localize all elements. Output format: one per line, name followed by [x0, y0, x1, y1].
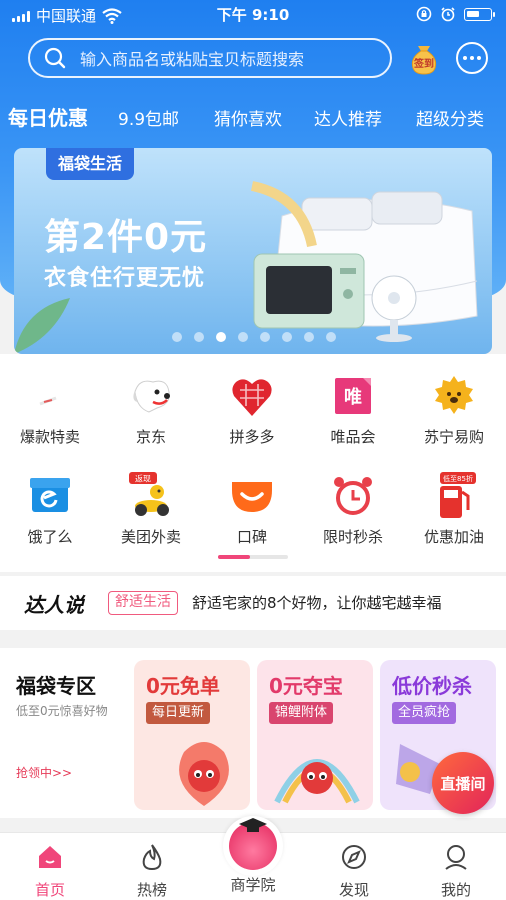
sign-in-label: 签到	[413, 57, 434, 70]
category-hot-deals[interactable]: 爆款特卖	[0, 372, 100, 447]
alarm-icon	[441, 7, 455, 22]
vip-icon-glyph: 唯	[344, 386, 362, 408]
banner-tag: 福袋生活	[46, 148, 135, 180]
category-fuel[interactable]: 低至85折 优惠加油	[404, 472, 504, 547]
tabbar-label: 发现	[338, 881, 369, 899]
category-pinduoduo[interactable]: 拼多多	[202, 372, 302, 447]
influencer-talk-text: 舒适宅家的8个好物，让你越宅越幸福	[192, 594, 442, 612]
category-label: 口碑	[236, 528, 267, 546]
fuel-pump-icon: 低至85折	[440, 472, 476, 518]
tabbar-label: 热榜	[136, 881, 167, 899]
influencer-talk-bar[interactable]: 达人说 舒适生活 舒适宅家的8个好物，让你越宅越幸福	[0, 576, 506, 630]
search-placeholder: 输入商品名或粘贴宝贝标题搜索	[80, 50, 305, 69]
tabbar-home[interactable]: 首页	[10, 843, 90, 900]
tabbar-label: 首页	[34, 881, 65, 899]
category-label: 爆款特卖	[19, 428, 80, 446]
banner-subheadline: 衣食住行更无忧	[44, 266, 206, 291]
promo-card-label: 每日更新	[146, 702, 211, 724]
koubei-icon	[232, 482, 272, 512]
tabbar-hot[interactable]: 热榜	[112, 843, 192, 900]
meituan-cashback-badge: 返现	[135, 475, 151, 484]
rotation-lock-icon	[416, 6, 432, 22]
tabbar-mine[interactable]: 我的	[416, 843, 496, 900]
category-meituan[interactable]: 返现 美团外卖	[101, 472, 201, 547]
category-jd[interactable]: 京东	[101, 372, 201, 447]
leaf-decoration	[14, 298, 70, 354]
influencer-talk-badge: 舒适生活	[108, 591, 178, 615]
tabbar-label: 我的	[440, 881, 471, 899]
vip-icon: 唯	[335, 378, 371, 414]
home-icon	[39, 846, 61, 868]
promo-card-title: 低价秒杀	[392, 674, 472, 698]
meituan-icon: 返现	[129, 472, 169, 516]
profile-icon	[445, 845, 467, 870]
tab-super-category[interactable]: 超级分类	[416, 105, 484, 130]
search-bar[interactable]: 输入商品名或粘贴宝贝标题搜索	[28, 38, 392, 78]
promo-card-label: 全员疯抢	[392, 702, 457, 724]
category-label: 美团外卖	[120, 528, 181, 546]
message-dots-icon	[463, 56, 467, 60]
tabbar-discover[interactable]: 发现	[314, 843, 394, 900]
status-bar: 中国联通 下午 9:10	[0, 0, 506, 28]
category-flash-sale[interactable]: 限时秒杀	[303, 472, 403, 547]
hot-deal-icon	[39, 396, 57, 406]
sign-in-button[interactable]: 签到	[406, 40, 442, 76]
banner-product-illustration	[250, 181, 478, 342]
tab-daily-deals[interactable]: 每日优惠	[8, 102, 88, 131]
tab-recommended[interactable]: 猜你喜欢	[214, 105, 282, 130]
promo-card-label: 锦鲤附体	[269, 702, 334, 724]
influencer-talk-logo: 达人说	[24, 593, 84, 617]
suning-icon	[435, 376, 473, 414]
jd-dog-icon	[133, 380, 170, 413]
zone-subtitle: 低至0元惊喜好物	[16, 704, 108, 718]
category-eleme[interactable]: 饿了么	[0, 472, 100, 547]
promo-card-title: 0元免单	[146, 674, 220, 698]
koi-mascot-icon	[274, 759, 360, 804]
promo-card-free-order[interactable]: 0元免单 每日更新	[134, 660, 250, 810]
category-label: 京东	[135, 428, 166, 446]
category-label: 限时秒杀	[322, 528, 383, 546]
tabbar-academy-button[interactable]	[223, 816, 283, 876]
message-button[interactable]	[456, 42, 488, 74]
category-label: 苏宁易购	[423, 428, 484, 446]
fuel-discount-badge: 低至85折	[443, 474, 473, 483]
category-tabs: 每日优惠 9.9包邮 猜你喜欢 达人推荐 超级分类	[0, 102, 506, 132]
zone-link[interactable]: 抢领中>>	[16, 764, 72, 781]
category-koubei[interactable]: 口碑	[202, 472, 302, 547]
category-suning[interactable]: 苏宁易购	[404, 372, 504, 447]
category-label: 拼多多	[229, 428, 275, 446]
live-room-button[interactable]: 直播间	[432, 752, 494, 814]
category-vip[interactable]: 唯 唯品会	[303, 372, 403, 447]
battery-icon	[464, 7, 495, 21]
graduation-cap-icon	[239, 818, 267, 832]
compass-icon	[342, 845, 366, 869]
promo-card-title: 0元夺宝	[269, 674, 343, 698]
banner-headline: 第2件0元	[44, 217, 208, 258]
search-icon	[44, 47, 66, 69]
lucky-bag-mascot-icon	[179, 742, 229, 806]
flame-icon	[142, 844, 162, 871]
zone-title: 福袋专区	[16, 674, 96, 698]
tab-free-shipping[interactable]: 9.9包邮	[118, 105, 179, 130]
tab-influencer[interactable]: 达人推荐	[314, 105, 382, 130]
category-grid: 爆款特卖 京东 拼多多 唯 唯品会 苏宁易购 饿了么 返现 美团外卖 口碑 限时…	[0, 354, 506, 572]
carousel-indicator	[172, 332, 336, 342]
pinduoduo-icon	[232, 379, 272, 416]
lucky-bag-zone: 福袋专区 低至0元惊喜好物 抢领中>> 0元免单 每日更新 0元夺宝 锦鲤附体	[0, 648, 506, 818]
money-bag-icon: 签到	[411, 46, 437, 75]
eleme-icon	[30, 478, 70, 512]
promo-card-treasure[interactable]: 0元夺宝 锦鲤附体	[257, 660, 373, 810]
promo-banner[interactable]: 福袋生活 第2件0元 衣食住行更无忧	[14, 148, 492, 354]
app-screen: 中国联通 下午 9:10 输入商品名或粘贴宝贝标题搜索 签到 每日优惠 9.9包…	[0, 0, 506, 900]
category-scroll-indicator	[218, 555, 288, 559]
category-label: 优惠加油	[423, 528, 484, 546]
alarm-clock-icon	[334, 477, 372, 515]
tabbar-label[interactable]: 商学院	[223, 874, 283, 895]
category-label: 饿了么	[27, 528, 73, 546]
category-label: 唯品会	[330, 428, 376, 446]
